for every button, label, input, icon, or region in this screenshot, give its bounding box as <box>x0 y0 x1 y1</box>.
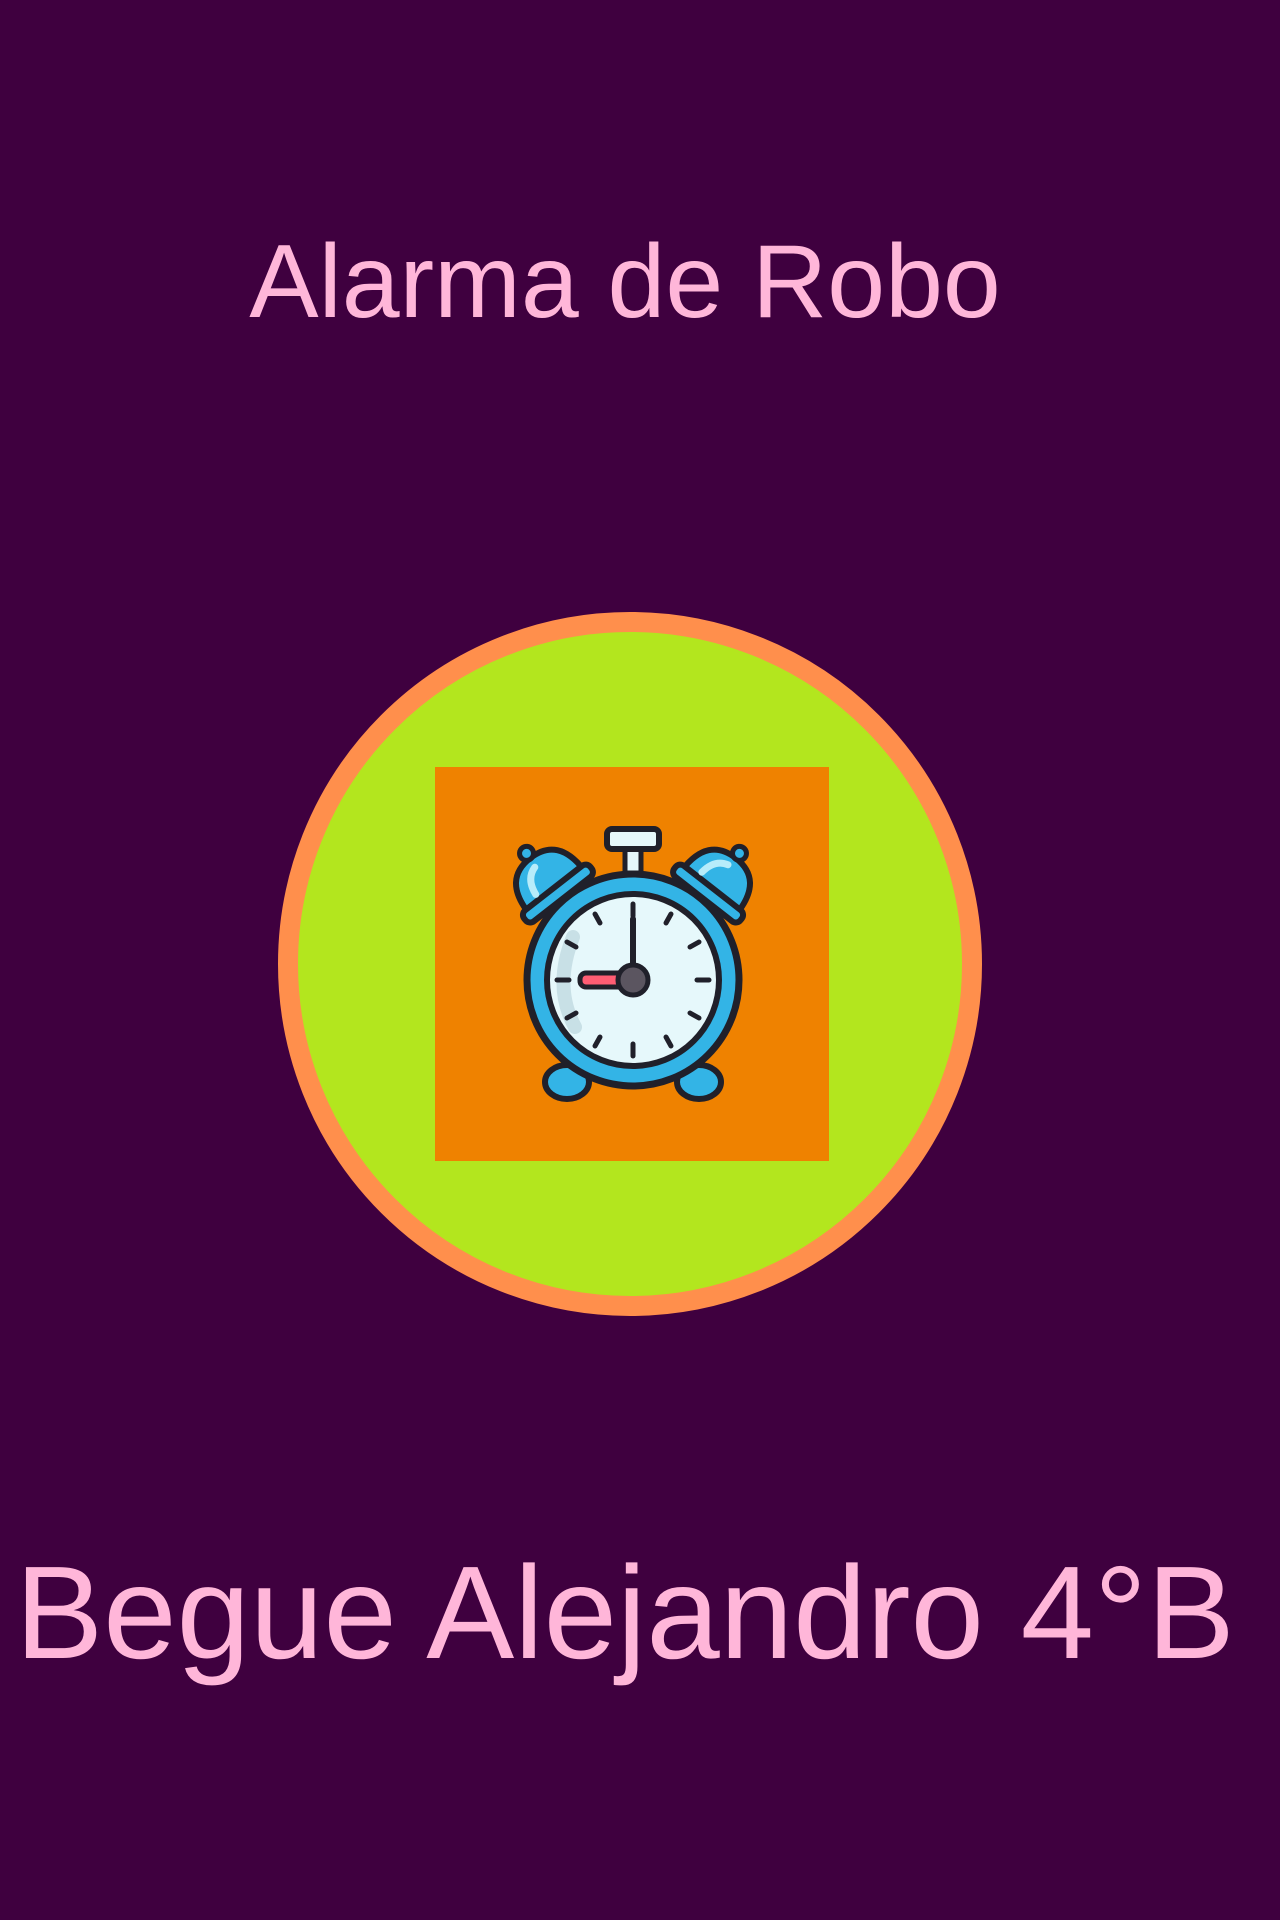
app-title: Alarma de Robo <box>249 224 1001 340</box>
alarm-icon-tile[interactable] <box>435 767 829 1161</box>
author-label: Begue Alejandro 4°B <box>15 1539 1235 1686</box>
alarm-clock-icon <box>513 826 753 1102</box>
app-screen: Alarma de Robo Begue Alejandro 4°B <box>0 0 1280 1920</box>
